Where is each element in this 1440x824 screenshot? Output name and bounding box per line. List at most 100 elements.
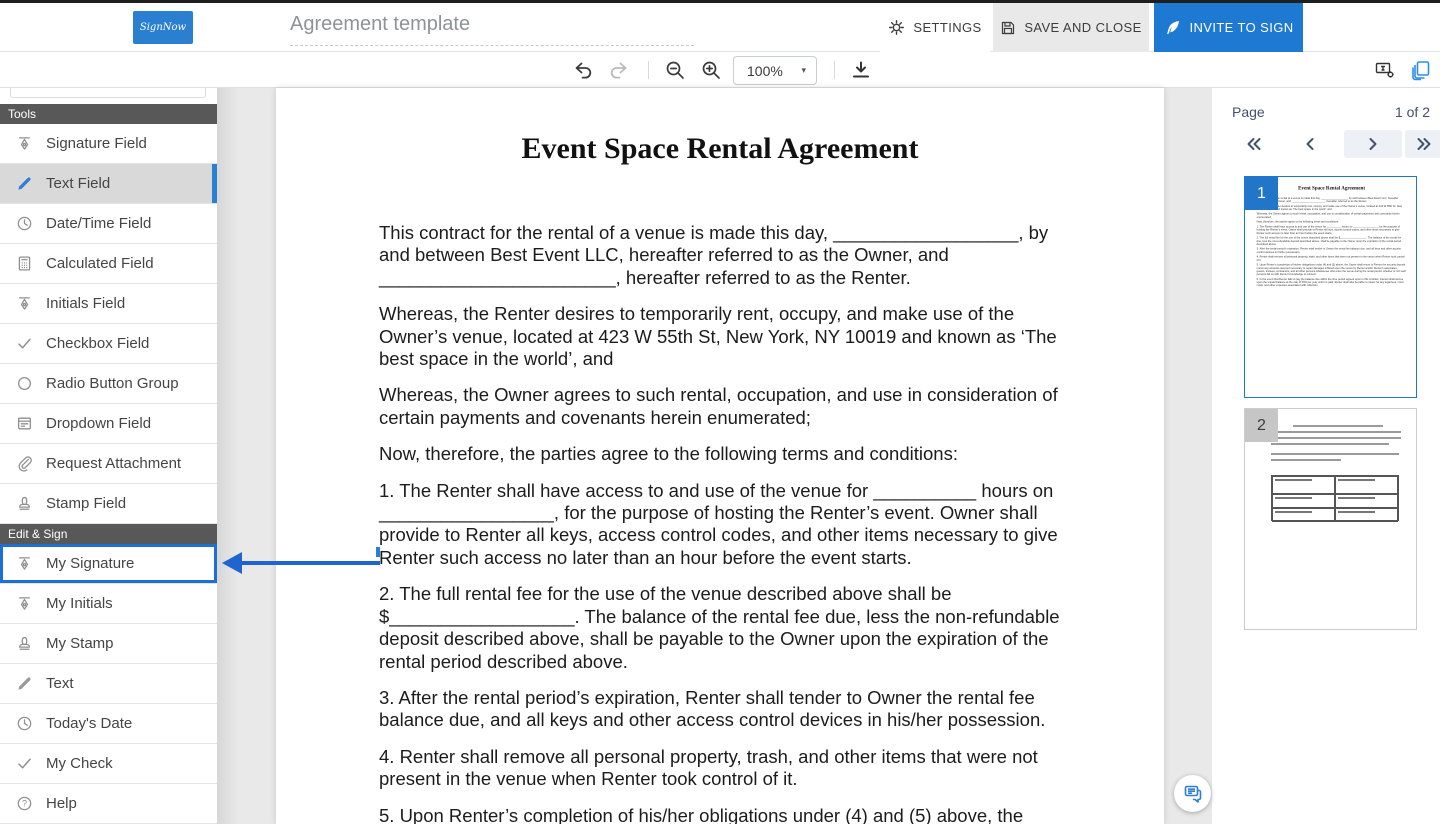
page-thumbnail-1[interactable]: 1 Event Space Rental AgreementThis contr… (1244, 176, 1417, 398)
sidebar-item-text-field[interactable]: Text Field (0, 164, 217, 204)
chat-button[interactable] (1174, 775, 1211, 812)
sidebar-item-label: My Check (46, 755, 113, 772)
sidebar-item-my-check[interactable]: My Check (0, 744, 217, 784)
save-and-close-label: SAVE AND CLOSE (1024, 20, 1141, 35)
sidebar-item-label: Help (46, 795, 77, 812)
document-canvas[interactable]: Event Space Rental Agreement This contra… (217, 88, 1212, 824)
chat-bubble-icon (1183, 784, 1203, 804)
doc-paragraph: 3. After the rental period’s expiration,… (379, 687, 1064, 732)
signature-pen-nib-icon (16, 135, 33, 152)
sidebar-item-stamp-field[interactable]: Stamp Field (0, 484, 217, 524)
signnow-editor: SignNow Agreement template SETTINGS SA (0, 0, 1440, 824)
first-page-button[interactable] (1240, 130, 1268, 158)
page-1-badge: 1 (1245, 177, 1278, 210)
sidebar-item-radio-button-group[interactable]: Radio Button Group (0, 364, 217, 404)
doc-paragraph: 5. Upon Renter’s completion of his/her o… (379, 805, 1064, 824)
scrolled-search-box-edge (10, 88, 206, 98)
edit-sign-section-label: Edit & Sign (8, 527, 67, 541)
sidebar-item-date-time-field[interactable]: Date/Time Field (0, 204, 217, 244)
document-title-input[interactable]: Agreement template (290, 13, 694, 36)
zoom-in-icon[interactable] (700, 59, 722, 81)
sidebar-item-text[interactable]: Text (0, 664, 217, 704)
sidebar-item-label: Date/Time Field (46, 215, 151, 232)
signature-pen-nib-icon (16, 595, 33, 612)
top-bar: SignNow Agreement template SETTINGS SA (0, 3, 1440, 52)
invite-to-sign-label: INVITE TO SIGN (1189, 20, 1293, 35)
svg-text:?: ? (22, 799, 27, 809)
page-indicator: 1 of 2 (1395, 104, 1430, 120)
dropdown-box-icon (16, 415, 33, 432)
zoom-out-icon[interactable] (664, 59, 686, 81)
doc-paragraph: 4. Renter shall remove all personal prop… (379, 746, 1064, 791)
zoom-level-select[interactable]: 100% ▾ (733, 56, 817, 85)
copy-pages-icon[interactable] (1410, 59, 1432, 81)
calculator-icon (16, 255, 33, 272)
feather-icon (1163, 19, 1181, 37)
redo-arrow-icon[interactable] (608, 59, 630, 81)
sidebar-item-signature-field[interactable]: Signature Field (0, 124, 217, 164)
stamp-icon (16, 635, 33, 652)
sidebar-item-label: Radio Button Group (46, 375, 179, 392)
mini-text-line (1271, 431, 1401, 433)
edit-sign-section-header: Edit & Sign (0, 524, 217, 544)
mini-text-line (1271, 437, 1401, 439)
signnow-logo[interactable]: SignNow (133, 11, 193, 44)
last-page-icon (1416, 137, 1432, 151)
text-field-settings-icon[interactable] (1374, 59, 1396, 81)
doc-paragraph: 1. The Renter shall have access to and u… (379, 480, 1064, 570)
sidebar-item-label: Today's Date (46, 715, 132, 732)
page-label: Page (1232, 104, 1265, 120)
sidebar-item-my-signature[interactable]: My Signature (0, 544, 217, 584)
sidebar-item-my-stamp[interactable]: My Stamp (0, 624, 217, 664)
sidebar-item-request-attachment[interactable]: Request Attachment (0, 444, 217, 484)
sidebar-item-checkbox-field[interactable]: Checkbox Field (0, 324, 217, 364)
sidebar-item-my-initials[interactable]: My Initials (0, 584, 217, 624)
sidebar-item-todays-date[interactable]: Today's Date (0, 704, 217, 744)
radio-circle-icon (16, 375, 33, 392)
editor-toolbar: 100% ▾ (0, 52, 1440, 88)
tools-section-label: Tools (8, 107, 36, 121)
floppy-disk-icon (1000, 20, 1016, 36)
invite-to-sign-button[interactable]: INVITE TO SIGN (1154, 3, 1303, 52)
text-cursor (376, 547, 380, 557)
sidebar-item-label: My Stamp (46, 635, 114, 652)
next-page-button[interactable] (1344, 130, 1402, 158)
sidebar-item-label: Signature Field (46, 135, 147, 152)
settings-button[interactable]: SETTINGS (880, 3, 990, 52)
checkmark-icon (16, 335, 33, 352)
previous-page-button[interactable] (1298, 130, 1322, 158)
signnow-logo-text: SignNow (140, 22, 186, 33)
paperclip-icon (16, 455, 33, 472)
doc-paragraph: 2. The full rental fee for the use of th… (379, 583, 1064, 673)
page-thumbnail-2[interactable]: 2 (1244, 408, 1417, 630)
last-page-button[interactable] (1405, 130, 1440, 158)
zoom-level-value: 100% (747, 63, 783, 79)
checkmark-icon (16, 755, 33, 772)
doc-paragraph: Whereas, the Owner agrees to such rental… (379, 384, 1064, 429)
sidebar-item-help[interactable]: ? Help (0, 784, 217, 824)
sidebar-item-dropdown-field[interactable]: Dropdown Field (0, 404, 217, 444)
first-page-icon (1246, 137, 1262, 151)
sidebar-item-label: My Initials (46, 595, 113, 612)
save-and-close-button[interactable]: SAVE AND CLOSE (993, 3, 1149, 52)
download-icon[interactable] (850, 59, 872, 81)
clock-icon (16, 215, 33, 232)
pages-panel: Page 1 of 2 (1212, 88, 1440, 824)
undo-arrow-icon[interactable] (572, 59, 594, 81)
sidebar-item-calculated-field[interactable]: Calculated Field (0, 244, 217, 284)
fields-sidebar: Tools Signature Field Text Field Date/Ti (0, 88, 217, 824)
pencil-icon (16, 175, 33, 192)
tools-section-header: Tools (0, 104, 217, 124)
question-circle-icon: ? (16, 795, 33, 812)
sidebar-item-initials-field[interactable]: Initials Field (0, 284, 217, 324)
next-page-icon (1368, 137, 1378, 151)
mini-text-line (1271, 453, 1399, 455)
sidebar-item-label: Text Field (46, 175, 110, 192)
signature-pen-nib-icon (16, 295, 33, 312)
document-page-1[interactable]: Event Space Rental Agreement This contra… (276, 88, 1164, 824)
document-body: This contract for the rental of a venue … (379, 222, 1064, 824)
doc-paragraph: This contract for the rental of a venue … (379, 222, 1064, 289)
clock-icon (16, 715, 33, 732)
mini-text-line (1293, 425, 1383, 427)
sidebar-item-label: Calculated Field (46, 255, 154, 272)
